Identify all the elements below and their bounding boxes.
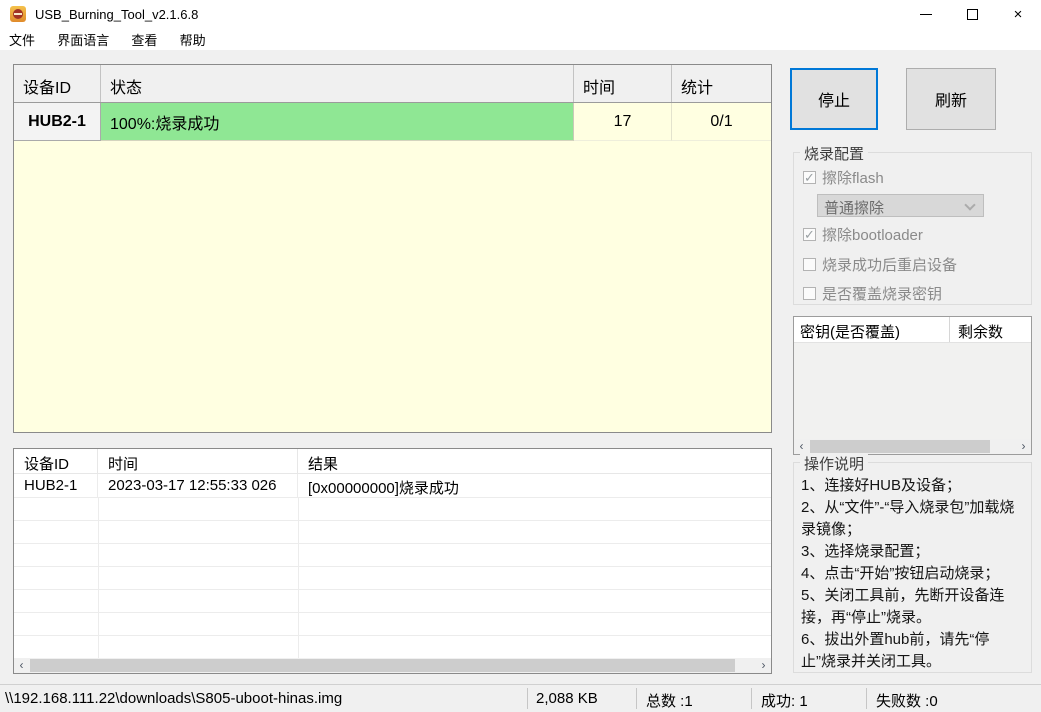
window-title: USB_Burning_Tool_v2.1.6.8 xyxy=(35,6,199,22)
statusbar-divider xyxy=(866,688,867,709)
log-time-cell: 2023-03-17 12:55:33 026 xyxy=(98,474,298,498)
log-grid-hscrollbar[interactable]: ‹ › xyxy=(14,658,771,673)
erase-mode-value: 普通擦除 xyxy=(824,200,885,217)
title-bar: USB_Burning_Tool_v2.1.6.8 × xyxy=(0,0,1041,28)
instruction-line: 5、关闭工具前，先断开设备连接，再“停止”烧录。 xyxy=(801,587,1005,626)
menu-help[interactable]: 帮助 xyxy=(171,28,215,50)
burn-config-group: 烧录配置 ✓ 擦除flash 普通擦除 ✓ 擦除bootloader 烧录成功后… xyxy=(793,143,1032,305)
app-icon-core xyxy=(13,9,23,19)
log-header-device-id[interactable]: 设备ID xyxy=(14,449,98,474)
log-grid-header: 设备ID 时间 结果 xyxy=(14,449,771,474)
minimize-icon xyxy=(920,13,932,15)
scrollbar-thumb[interactable] xyxy=(30,659,735,672)
time-cell: 17 xyxy=(574,103,672,141)
log-device-cell: HUB2-1 xyxy=(14,474,98,498)
instruction-line: 6、拔出外置hub前，请先“停止”烧录并关闭工具。 xyxy=(801,631,990,670)
checkbox-erase-flash[interactable]: ✓ xyxy=(803,171,816,184)
log-result-cell: [0x00000000]烧录成功 xyxy=(298,474,771,498)
checkbox-erase-bootloader[interactable]: ✓ xyxy=(803,228,816,241)
menu-view[interactable]: 查看 xyxy=(122,28,166,50)
instructions-title: 操作说明 xyxy=(800,453,869,474)
instructions-group: 操作说明 1、连接好HUB及设备； 2、从“文件”-“导入烧录包”加载烧录镜像；… xyxy=(793,453,1032,673)
option-label: 擦除flash xyxy=(822,170,884,187)
log-grid: 设备ID 时间 结果 HUB2-1 2023-03-17 12:55:33 02… xyxy=(13,448,772,674)
header-time[interactable]: 时间 xyxy=(574,65,672,102)
statusbar-divider xyxy=(527,688,528,709)
scroll-right-icon[interactable]: › xyxy=(1016,439,1031,454)
menu-file[interactable]: 文件 xyxy=(0,28,44,50)
app-icon xyxy=(10,6,26,22)
failed-count: 失败数 :0 xyxy=(876,693,938,710)
maximize-button[interactable] xyxy=(949,0,995,28)
scroll-left-icon[interactable]: ‹ xyxy=(794,439,809,454)
status-cell: 100%:烧录成功 xyxy=(101,103,574,141)
image-size: 2,088 KB xyxy=(536,690,598,707)
checkbox-overwrite-key[interactable] xyxy=(803,287,816,300)
checkbox-reboot-after[interactable] xyxy=(803,258,816,271)
menu-language[interactable]: 界面语言 xyxy=(48,28,118,50)
column-divider xyxy=(298,498,299,659)
burn-config-title: 烧录配置 xyxy=(800,143,869,164)
maximize-icon xyxy=(966,8,978,20)
status-bar: \\192.168.111.22\downloads\S805-uboot-hi… xyxy=(0,684,1041,712)
check-icon: ✓ xyxy=(804,170,815,185)
device-grid: 设备ID 状态 时间 统计 HUB2-1 100%:烧录成功 17 0/1 xyxy=(13,64,772,433)
header-key[interactable]: 密钥(是否覆盖) xyxy=(794,317,950,342)
scroll-left-icon[interactable]: ‹ xyxy=(14,658,29,673)
instruction-line: 2、从“文件”-“导入烧录包”加载烧录镜像； xyxy=(801,499,1015,538)
header-remaining[interactable]: 剩余数 xyxy=(950,317,1031,342)
window-controls: × xyxy=(903,0,1041,28)
option-erase-bootloader[interactable]: ✓ 擦除bootloader xyxy=(803,224,923,245)
log-grid-empty-area xyxy=(14,498,771,659)
instructions-text: 1、连接好HUB及设备； 2、从“文件”-“导入烧录包”加载烧录镜像； 3、选择… xyxy=(801,475,1015,673)
option-label: 擦除bootloader xyxy=(822,227,923,244)
device-row[interactable]: HUB2-1 100%:烧录成功 17 0/1 xyxy=(14,103,771,141)
instruction-line: 3、选择烧录配置； xyxy=(801,543,930,560)
option-label: 是否覆盖烧录密钥 xyxy=(822,286,943,303)
log-header-time[interactable]: 时间 xyxy=(98,449,298,474)
stop-button[interactable]: 停止 xyxy=(790,68,878,130)
header-device-id[interactable]: 设备ID xyxy=(14,65,101,102)
refresh-button[interactable]: 刷新 xyxy=(906,68,996,130)
header-status[interactable]: 状态 xyxy=(101,65,574,102)
instruction-line: 1、连接好HUB及设备； xyxy=(801,477,962,494)
device-grid-header: 设备ID 状态 时间 统计 xyxy=(14,65,771,103)
option-erase-flash[interactable]: ✓ 擦除flash xyxy=(803,167,884,188)
device-id-cell: HUB2-1 xyxy=(14,103,101,141)
statusbar-divider xyxy=(636,688,637,709)
key-table-hscrollbar[interactable]: ‹ › xyxy=(794,439,1031,454)
scroll-right-icon[interactable]: › xyxy=(756,658,771,673)
erase-mode-dropdown[interactable]: 普通擦除 xyxy=(817,194,984,217)
scrollbar-thumb[interactable] xyxy=(810,440,990,453)
minimize-button[interactable] xyxy=(903,0,949,28)
statusbar-divider xyxy=(751,688,752,709)
chevron-down-icon xyxy=(964,199,976,211)
column-divider xyxy=(98,498,99,659)
close-button[interactable]: × xyxy=(995,0,1041,28)
header-stat[interactable]: 统计 xyxy=(672,65,771,102)
menu-bar: 文件 界面语言 查看 帮助 xyxy=(0,28,1041,50)
option-overwrite-key[interactable]: 是否覆盖烧录密钥 xyxy=(803,283,942,304)
check-icon: ✓ xyxy=(804,227,815,242)
image-path: \\192.168.111.22\downloads\S805-uboot-hi… xyxy=(5,690,343,707)
stat-cell: 0/1 xyxy=(672,103,771,141)
key-table: 密钥(是否覆盖) 剩余数 ‹ › xyxy=(793,316,1032,455)
success-count: 成功: 1 xyxy=(761,693,808,710)
log-row[interactable]: HUB2-1 2023-03-17 12:55:33 026 [0x000000… xyxy=(14,474,771,498)
key-table-header: 密钥(是否覆盖) 剩余数 xyxy=(794,317,1031,343)
instruction-line: 4、点击“开始”按钮启动烧录； xyxy=(801,565,1000,582)
option-reboot-after[interactable]: 烧录成功后重启设备 xyxy=(803,254,957,275)
option-label: 烧录成功后重启设备 xyxy=(822,257,958,274)
total-count: 总数 :1 xyxy=(646,693,693,710)
log-header-result[interactable]: 结果 xyxy=(298,449,771,474)
